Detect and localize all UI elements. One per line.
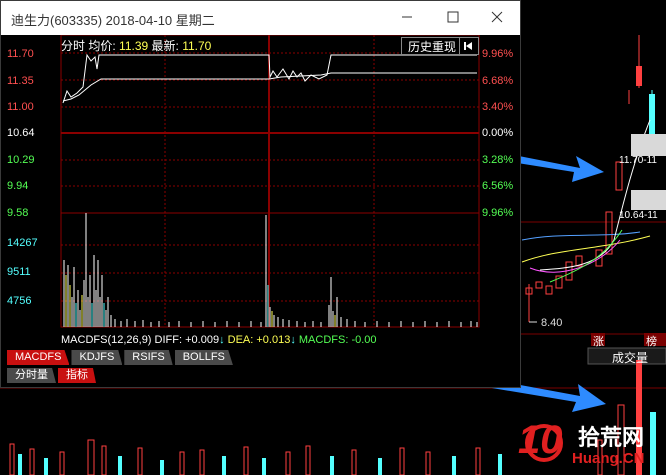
watermark-domain: Huang.CN <box>572 450 645 467</box>
tab-rsifs[interactable]: RSIFS <box>124 350 173 365</box>
go-first-icon[interactable] <box>459 38 476 56</box>
tab-bollfs[interactable]: BOLLFS <box>174 350 233 365</box>
diff-label: DIFF: <box>154 334 183 346</box>
tab-kdjfs[interactable]: KDJFS <box>71 350 123 365</box>
pct-axis-label: 9.96% <box>482 48 514 60</box>
avg-price-value: 11.39 <box>119 39 149 53</box>
macd-indicator-bar: MACDFS(12,26,9) DIFF: +0.009↓ DEA: +0.01… <box>61 334 377 346</box>
pct-axis-label: 3.28% <box>482 154 514 166</box>
pct-axis-label: 3.40% <box>482 101 514 113</box>
maximize-button[interactable] <box>430 1 476 35</box>
intraday-popup-window: 迪生力(603335) 2018-04-10 星期二 分时 均价: 11.39 … <box>0 0 521 388</box>
volume-axis-label: 4756 <box>7 295 32 307</box>
price-axis-label: 10.29 <box>7 154 35 166</box>
dea-down-icon: ↓ <box>290 334 296 346</box>
volume-axis-label: 9511 <box>7 266 31 278</box>
avg-price-label: 均价: <box>88 39 116 53</box>
tab-indicator[interactable]: 指标 <box>58 368 96 383</box>
last-price-value: 11.70 <box>182 39 212 53</box>
bg-low-price: 8.40 <box>541 317 563 329</box>
watermark-number: 10 <box>518 418 563 462</box>
bg-label-high: 11.70-11 <box>619 155 657 166</box>
price-axis-label: 11.35 <box>7 75 34 87</box>
indicator-tabs: MACDFS KDJFS RSIFS BOLLFS <box>7 350 235 366</box>
history-replay-label: 历史重现 <box>408 40 457 54</box>
minimize-button[interactable] <box>384 1 430 35</box>
window-titlebar[interactable]: 迪生力(603335) 2018-04-10 星期二 <box>1 1 520 35</box>
intraday-label: 分时 <box>61 39 86 53</box>
bg-zhang-label[interactable]: 涨 <box>593 333 604 349</box>
diff-value: +0.009 <box>185 334 220 346</box>
view-tabs: 分时量 指标 <box>7 368 98 384</box>
pct-axis-label: 6.56% <box>482 180 514 192</box>
bg-moving-averages <box>521 119 651 283</box>
tab-intraday-volume[interactable]: 分时量 <box>7 368 56 383</box>
window-title: 迪生力(603335) 2018-04-10 星期二 <box>11 13 215 28</box>
volume-bars <box>63 213 478 327</box>
tab-macdfs[interactable]: MACDFS <box>7 350 70 365</box>
price-axis-label: 11.70 <box>7 48 34 60</box>
pct-axis-label: 6.68% <box>482 75 514 87</box>
bg-volume-label: 成交量 <box>612 351 649 365</box>
price-axis-label: 9.58 <box>7 207 29 219</box>
history-replay-button[interactable]: 历史重现 <box>401 37 479 56</box>
macd-title: MACDFS(12,26,9) <box>61 334 152 346</box>
intraday-info-bar: 分时 均价: 11.39 最新: 11.70 <box>61 37 211 54</box>
bg-price-box-high <box>631 134 666 156</box>
close-icon <box>491 11 503 23</box>
price-axis-label: 10.64 <box>7 127 35 139</box>
bg-bang-label[interactable]: 榜 <box>646 333 657 349</box>
volume-axis-label: 14267 <box>7 237 38 249</box>
pct-axis-label: 9.96% <box>482 207 514 219</box>
dea-label: DEA: <box>227 334 254 346</box>
price-axis-label: 11.00 <box>7 101 34 113</box>
bg-label-low: 10.64-11 <box>619 210 658 221</box>
bg-price-box-low <box>631 190 666 210</box>
bg-candles <box>525 35 655 322</box>
last-price-label: 最新: <box>151 39 179 53</box>
maximize-icon <box>447 11 459 23</box>
intraday-chart[interactable] <box>1 35 520 335</box>
price-axis-label: 9.94 <box>7 180 29 192</box>
watermark-site: 拾荒网 <box>578 425 645 450</box>
close-button[interactable] <box>474 1 520 35</box>
macdfs-label: MACDFS: <box>298 334 349 346</box>
diff-down-icon: ↓ <box>219 334 225 346</box>
dea-value: +0.013 <box>256 334 291 346</box>
macdfs-value: -0.00 <box>351 334 377 346</box>
minimize-icon <box>402 16 412 18</box>
pct-axis-label: 0.00% <box>482 127 514 139</box>
